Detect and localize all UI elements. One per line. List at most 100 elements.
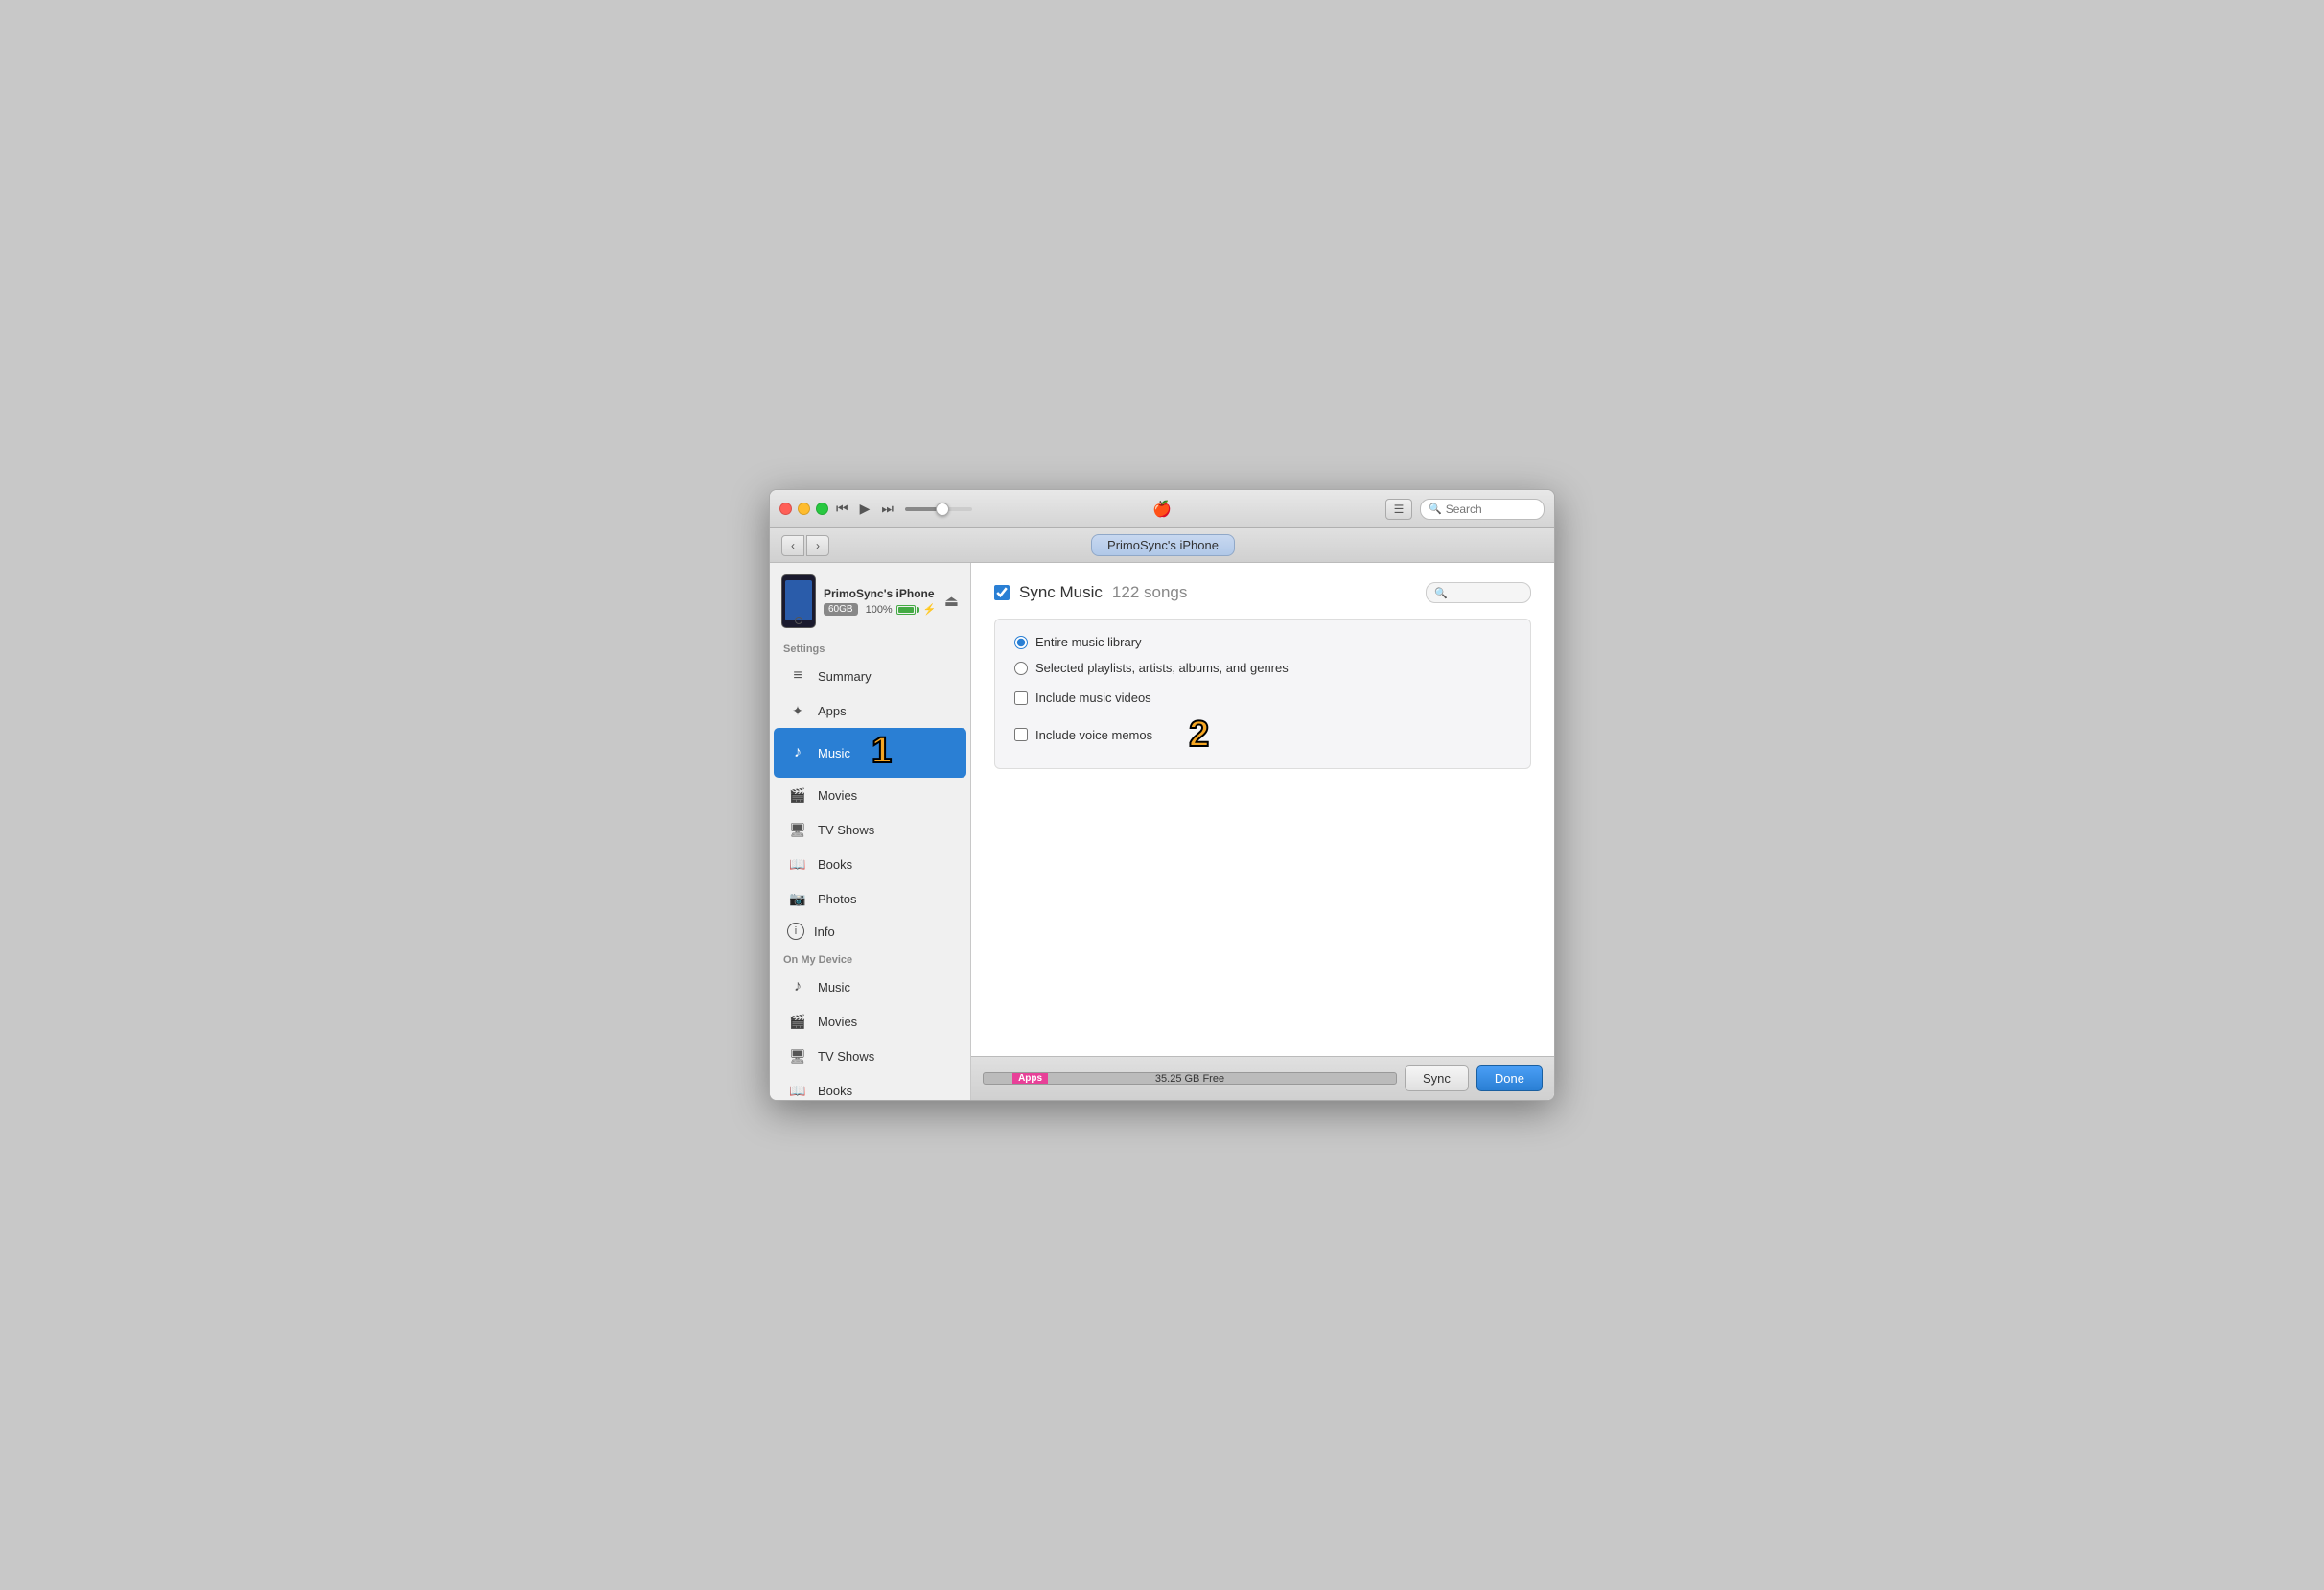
charging-indicator: ⚡ xyxy=(923,603,937,616)
battery-body xyxy=(896,605,916,615)
storage-bar-container: 35.25 GB Free Apps xyxy=(983,1072,1397,1085)
books-icon: 📖 xyxy=(787,853,808,875)
fast-forward-button[interactable]: ⏭ xyxy=(877,499,897,519)
device-info: PrimoSync's iPhone 60GB 100% ⚡ xyxy=(824,587,937,616)
sidebar-item-music[interactable]: ♪ Music 1 xyxy=(774,728,966,778)
sidebar-item-label: Books xyxy=(818,1084,852,1098)
include-videos-label: Include music videos xyxy=(1035,690,1151,705)
sidebar-item-info[interactable]: i Info xyxy=(774,916,966,947)
back-button[interactable]: ‹ xyxy=(781,535,804,556)
sidebar-item-photos[interactable]: 📷 Photos xyxy=(774,881,966,916)
volume-slider[interactable] xyxy=(905,507,972,511)
entire-library-radio[interactable] xyxy=(1014,636,1028,649)
sidebar-item-tvshows-device[interactable]: 🖥 TV Shows xyxy=(774,1039,966,1073)
sidebar-item-tvshows[interactable]: 🖥 TV Shows xyxy=(774,812,966,847)
main-content: PrimoSync's iPhone 60GB 100% ⚡ ⏏ xyxy=(770,563,1554,1100)
selected-playlists-radio[interactable] xyxy=(1014,662,1028,675)
device-home-button xyxy=(795,617,802,624)
selected-playlists-row: Selected playlists, artists, albums, and… xyxy=(1014,661,1511,675)
search-input[interactable] xyxy=(1446,503,1536,516)
device-capacity: 60GB 100% ⚡ xyxy=(824,603,937,616)
done-button[interactable]: Done xyxy=(1476,1065,1543,1091)
search-box: 🔍 xyxy=(1420,499,1545,520)
movies-icon: 🎬 xyxy=(787,784,808,806)
list-view-button[interactable]: ☰ xyxy=(1385,499,1412,520)
music-icon: ♪ xyxy=(787,742,808,763)
sidebar-item-label: Summary xyxy=(818,669,872,684)
sidebar-item-books-device[interactable]: 📖 Books xyxy=(774,1073,966,1100)
content-search-icon: 🔍 xyxy=(1434,587,1448,599)
options-box: Entire music library Selected playlists,… xyxy=(994,619,1531,769)
settings-section-header: Settings xyxy=(770,636,970,659)
titlebar-right: ☰ 🔍 xyxy=(1385,499,1545,520)
content-search-box[interactable]: 🔍 xyxy=(1426,582,1531,603)
storage-badge: 60GB xyxy=(824,603,858,616)
sidebar-item-label: Apps xyxy=(818,704,847,718)
movies-device-icon: 🎬 xyxy=(787,1011,808,1032)
device-name-pill: PrimoSync's iPhone xyxy=(1091,534,1235,556)
sidebar-item-label: Movies xyxy=(818,1015,857,1029)
battery-fill xyxy=(898,607,914,613)
sidebar-item-label: Photos xyxy=(818,892,856,906)
content-area: Sync Music 122 songs 🔍 Entire music libr… xyxy=(971,563,1554,1056)
minimize-button[interactable] xyxy=(798,503,810,515)
transport-controls: ⏮ ▶ ⏭ xyxy=(832,499,897,519)
sidebar-item-movies-device[interactable]: 🎬 Movies xyxy=(774,1004,966,1039)
rewind-button[interactable]: ⏮ xyxy=(832,499,852,519)
battery-tip xyxy=(917,607,919,613)
music-device-icon: ♪ xyxy=(787,976,808,997)
sidebar-item-apps[interactable]: ✦ Apps xyxy=(774,693,966,728)
tvshows-device-icon: 🖥 xyxy=(787,1045,808,1066)
include-memos-label: Include voice memos xyxy=(1035,728,1152,742)
entire-library-label: Entire music library xyxy=(1035,635,1142,649)
play-button[interactable]: ▶ xyxy=(856,499,874,519)
summary-icon: ≡ xyxy=(787,666,808,687)
info-icon: i xyxy=(787,923,804,940)
sidebar-item-label: TV Shows xyxy=(818,1049,874,1064)
battery-percent: 100% xyxy=(866,604,893,616)
sidebar-item-label: Movies xyxy=(818,788,857,803)
tvshows-icon: 🖥 xyxy=(787,819,808,840)
search-icon: 🔍 xyxy=(1429,503,1442,515)
annotation-1: 1 xyxy=(872,733,892,769)
titlebar: ⏮ ▶ ⏭ 🍎 ☰ 🔍 xyxy=(770,490,1554,528)
entire-library-row: Entire music library xyxy=(1014,635,1511,649)
include-memos-checkbox[interactable] xyxy=(1014,728,1028,741)
device-screen xyxy=(785,580,812,620)
traffic-lights xyxy=(779,503,828,515)
photos-icon: 📷 xyxy=(787,888,808,909)
sync-music-count: 122 songs xyxy=(1112,583,1187,602)
sidebar-item-label: Music xyxy=(818,980,850,994)
maximize-button[interactable] xyxy=(816,503,828,515)
main-panel: Sync Music 122 songs 🔍 Entire music libr… xyxy=(971,563,1554,1100)
bottom-bar: 35.25 GB Free Apps Sync Done xyxy=(971,1056,1554,1100)
selected-playlists-label: Selected playlists, artists, albums, and… xyxy=(1035,661,1289,675)
titlebar-center: 🍎 xyxy=(1152,500,1172,519)
apps-icon: ✦ xyxy=(787,700,808,721)
subtoolbar: ‹ › PrimoSync's iPhone xyxy=(770,528,1554,563)
sidebar-item-music-device[interactable]: ♪ Music xyxy=(774,970,966,1004)
forward-button[interactable]: › xyxy=(806,535,829,556)
sidebar: PrimoSync's iPhone 60GB 100% ⚡ ⏏ xyxy=(770,563,971,1100)
device-icon xyxy=(781,574,816,628)
sidebar-item-books[interactable]: 📖 Books xyxy=(774,847,966,881)
books-device-icon: 📖 xyxy=(787,1080,808,1100)
sidebar-item-label: Books xyxy=(818,857,852,872)
sidebar-item-movies[interactable]: 🎬 Movies xyxy=(774,778,966,812)
close-button[interactable] xyxy=(779,503,792,515)
sidebar-item-label: TV Shows xyxy=(818,823,874,837)
eject-button[interactable]: ⏏ xyxy=(944,592,959,611)
sync-button[interactable]: Sync xyxy=(1405,1065,1469,1091)
sidebar-item-label: Music xyxy=(818,746,850,760)
sidebar-item-label: Info xyxy=(814,924,835,939)
sidebar-item-summary[interactable]: ≡ Summary xyxy=(774,659,966,693)
sync-music-checkbox[interactable] xyxy=(994,585,1010,600)
battery-icon xyxy=(896,605,919,615)
sync-header: Sync Music 122 songs 🔍 xyxy=(994,582,1531,603)
annotation-2: 2 xyxy=(1189,716,1209,753)
include-videos-checkbox[interactable] xyxy=(1014,691,1028,705)
apple-logo: 🍎 xyxy=(1152,500,1172,519)
include-memos-row: Include voice memos 2 xyxy=(1014,716,1511,753)
on-my-device-section-header: On My Device xyxy=(770,947,970,970)
sync-music-title: Sync Music xyxy=(1019,583,1103,602)
